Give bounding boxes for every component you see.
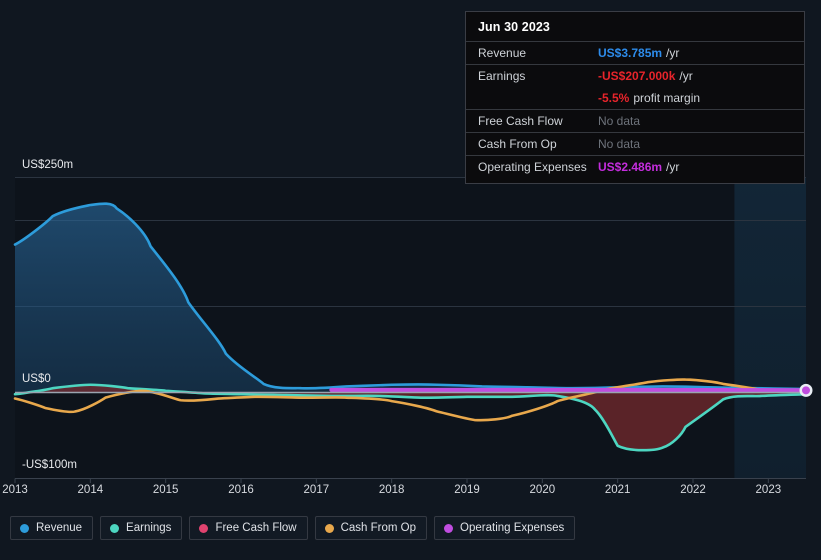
x-axis-tick-2022: 2022 <box>680 484 706 496</box>
tooltip-row-label: Operating Expenses <box>478 160 587 174</box>
tooltip-row-label: Cash From Op <box>478 137 557 151</box>
tooltip-row-suffix: profit margin <box>633 91 701 105</box>
latest-period-highlight <box>734 177 806 478</box>
tooltip-row-value: US$3.785m <box>598 46 663 60</box>
tooltip-row: Cash From Op No data <box>466 132 804 155</box>
tooltip-row-value-wrap: No data <box>598 112 640 130</box>
chart-legend: Revenue Earnings Free Cash Flow Cash From O… <box>10 516 576 540</box>
y-axis-label-zero: US$0 <box>22 373 51 385</box>
legend-item-label: Cash From Op <box>340 522 417 534</box>
legend-item-cash-from-op[interactable]: Cash From Op <box>314 516 428 540</box>
tooltip-row: -5.5% profit margin <box>466 87 804 109</box>
tooltip-row-suffix: /yr <box>679 69 693 83</box>
legend-item-label: Revenue <box>36 522 83 534</box>
last-data-point-marker <box>799 383 813 397</box>
tooltip-rows: Revenue US$3.785m/yr Earnings -US$207.000k /… <box>466 41 804 178</box>
tooltip-row-value-wrap: -5.5% profit margin <box>598 89 700 107</box>
x-axis-tick-2021: 2021 <box>604 484 631 496</box>
tooltip-row-value-wrap: No data <box>598 135 640 153</box>
tooltip-row: Earnings -US$207.000k/yr <box>466 64 804 87</box>
x-axis-tick-2019: 2019 <box>454 484 480 496</box>
legend-color-dot-icon <box>199 523 209 533</box>
legend-color-dot-icon <box>324 523 334 533</box>
x-axis-tick-2013: 2013 <box>2 484 28 496</box>
legend-item-label: Operating Expenses <box>460 522 565 534</box>
x-axis-tick-2023: 2023 <box>755 484 782 496</box>
legend-item-operating-expenses[interactable]: Operating Expenses <box>434 516 576 540</box>
tooltip-row-value-wrap: -US$207.000k/yr <box>598 67 693 85</box>
tooltip-row-suffix: /yr <box>666 46 680 60</box>
tooltip-row: Revenue US$3.785m/yr <box>466 41 804 64</box>
legend-color-dot-icon <box>20 523 29 533</box>
data-tooltip: Jun 30 2023 Revenue US$3.785m/yr Earnings -… <box>465 11 805 184</box>
legend-item-earnings[interactable]: Earnings <box>100 516 183 540</box>
tooltip-row-label: Free Cash Flow <box>478 114 563 128</box>
legend-item-label: Earnings <box>126 522 172 534</box>
legend-color-dot-icon <box>444 523 454 533</box>
tooltip-row-value: No data <box>598 114 641 128</box>
tooltip-row-value-wrap: US$3.785m/yr <box>598 44 679 62</box>
y-axis-label-bottom: -US$100m <box>22 459 77 471</box>
tooltip-row-value: US$2.486m <box>598 160 663 174</box>
legend-color-dot-icon <box>110 523 120 533</box>
tooltip-row-value: No data <box>598 137 641 151</box>
x-axis-tick-2020: 2020 <box>529 484 556 496</box>
legend-item-label: Free Cash Flow <box>215 522 297 534</box>
tooltip-row: Operating Expenses US$2.486m/yr <box>466 155 804 178</box>
tooltip-row-label: Revenue <box>478 46 527 60</box>
tooltip-row-label: Earnings <box>478 69 526 83</box>
x-axis-tick-2015: 2015 <box>152 484 179 496</box>
y-axis-label-top: US$250m <box>22 159 74 171</box>
x-axis-tick-2016: 2016 <box>228 484 254 496</box>
x-axis-tick-2018: 2018 <box>378 484 405 496</box>
legend-item-revenue[interactable]: Revenue <box>10 516 94 540</box>
tooltip-row: Free Cash Flow No data <box>466 109 804 132</box>
financial-chart: US$250m US$0 -US$100m 2013 2014 2015 2016 20… <box>0 0 821 560</box>
x-axis-tick-2014: 2014 <box>77 484 104 496</box>
tooltip-row-value: -5.5% <box>598 91 630 105</box>
legend-item-free-cash-flow[interactable]: Free Cash Flow <box>189 516 308 540</box>
tooltip-row-value-wrap: US$2.486m/yr <box>598 158 679 176</box>
x-axis-tick-2017: 2017 <box>303 484 330 496</box>
tooltip-row-value: -US$207.000k <box>598 69 676 83</box>
tooltip-date: Jun 30 2023 <box>478 20 550 34</box>
x-tick-marks <box>14 478 769 483</box>
tooltip-row-suffix: /yr <box>666 160 680 174</box>
